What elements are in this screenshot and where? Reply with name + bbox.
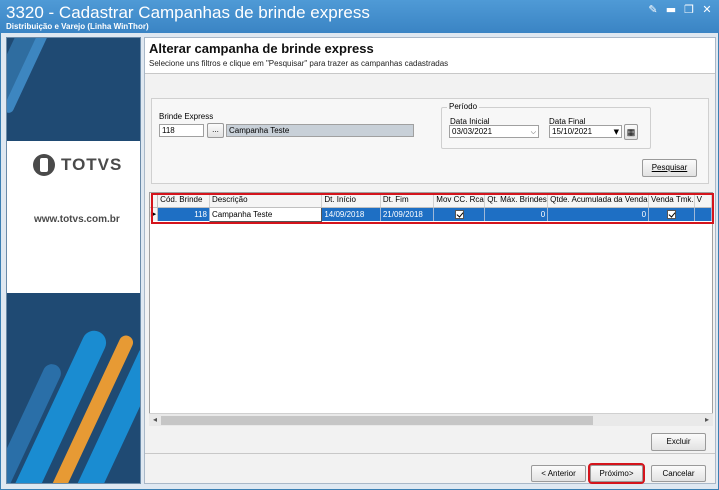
horizontal-scrollbar[interactable]: ◂ ▸ — [149, 413, 713, 426]
anterior-button[interactable]: < Anterior — [531, 465, 586, 482]
row-indicator-header — [150, 193, 159, 208]
search-button-label: Pesquisar — [651, 163, 688, 172]
minimize-icon[interactable]: ▬ — [665, 4, 677, 16]
search-button[interactable]: Pesquisar — [642, 159, 697, 177]
cell-dt-inicio[interactable]: 14/09/2018 — [321, 207, 381, 221]
brand-banner: TOTVS www.totvs.com.br — [6, 37, 141, 484]
window-title: 3320 - Cadastrar Campanhas de brinde exp… — [6, 3, 370, 22]
cancelar-button[interactable]: Cancelar — [651, 465, 706, 482]
cell-v[interactable] — [694, 207, 712, 221]
brinde-description-field: Campanha Teste — [226, 124, 414, 137]
checkbox-checked[interactable] — [454, 209, 464, 219]
data-inicial-input[interactable]: 03/03/2021 ⌵ — [449, 125, 539, 138]
column-header[interactable]: Venda Tmk. — [648, 193, 695, 208]
column-header[interactable]: Qt. Máx. Brindes — [484, 193, 549, 208]
proximo-button[interactable]: Próximo> — [588, 463, 645, 484]
calendar-icon[interactable]: ▦ — [624, 124, 638, 140]
dropdown-arrow-icon[interactable]: ▼ — [614, 127, 619, 137]
grid-header-row: Cód. Brinde Descrição Dt. Início Dt. Fim… — [150, 193, 712, 208]
window-subtitle: Distribuição e Varejo (Linha WinThor) — [6, 22, 149, 31]
row-pointer-icon: ▶ — [150, 207, 159, 221]
title-bar: 3320 - Cadastrar Campanhas de brinde exp… — [0, 0, 719, 33]
column-header[interactable]: Mov CC. Rca — [433, 193, 486, 208]
scrollbar-thumb[interactable] — [161, 416, 593, 425]
column-header[interactable]: Descrição — [209, 193, 323, 208]
data-final-input[interactable]: 15/10/2021 ▼ — [549, 125, 622, 138]
periodo-label: Período — [447, 102, 480, 111]
scroll-left-icon[interactable]: ◂ — [150, 414, 160, 426]
brinde-code-input[interactable]: 118 — [159, 124, 204, 137]
column-header[interactable]: Cód. Brinde — [157, 193, 210, 208]
totvs-logo: TOTVS — [33, 154, 122, 176]
campaign-grid[interactable]: Cód. Brinde Descrição Dt. Início Dt. Fim… — [149, 192, 713, 426]
column-header[interactable]: Dt. Fim — [380, 193, 435, 208]
brinde-lookup-button[interactable]: ... — [207, 123, 224, 138]
edit-icon[interactable]: ✎ — [647, 4, 659, 16]
data-final-value: 15/10/2021 — [552, 127, 593, 136]
cell-cod-brinde[interactable]: 118 — [157, 207, 210, 221]
chevron-down-icon[interactable]: ⌵ — [531, 127, 536, 137]
close-icon[interactable]: ✕ — [701, 4, 713, 16]
cell-descricao[interactable]: Campanha Teste — [208, 206, 323, 222]
campaign-table: Cód. Brinde Descrição Dt. Início Dt. Fim… — [150, 193, 712, 222]
page-instruction: Selecione uns filtros e clique em "Pesqu… — [149, 59, 449, 68]
cell-dt-fim[interactable]: 21/09/2018 — [380, 207, 435, 221]
cell-venda-tmk[interactable] — [648, 207, 695, 221]
checkbox-checked[interactable] — [666, 209, 676, 219]
data-inicial-value: 03/03/2021 — [452, 127, 493, 136]
brinde-label: Brinde Express — [159, 112, 214, 121]
totvs-logo-icon — [33, 154, 55, 176]
column-header[interactable]: V — [694, 193, 712, 208]
brand-name: TOTVS — [61, 155, 123, 174]
table-row[interactable]: ▶ 118 Campanha Teste 14/09/2018 21/09/20… — [150, 206, 712, 222]
step-header: Alterar campanha de brinde express Selec… — [145, 38, 715, 74]
scroll-right-icon[interactable]: ▸ — [702, 414, 712, 426]
cell-qtde-acumulada[interactable]: 0 — [547, 207, 650, 221]
restore-icon[interactable]: ❐ — [683, 4, 695, 16]
footer-divider — [145, 453, 715, 454]
website-text: www.totvs.com.br — [34, 214, 120, 225]
excluir-button[interactable]: Excluir — [651, 433, 706, 451]
cell-mov-cc-rca[interactable] — [433, 207, 486, 221]
main-panel: Alterar campanha de brinde express Selec… — [144, 37, 716, 484]
column-header[interactable]: Dt. Início — [321, 193, 381, 208]
page-title: Alterar campanha de brinde express — [149, 41, 374, 56]
cell-qt-max-brindes[interactable]: 0 — [484, 207, 549, 221]
column-header[interactable]: Qtde. Acumulada da Venda — [547, 193, 650, 208]
